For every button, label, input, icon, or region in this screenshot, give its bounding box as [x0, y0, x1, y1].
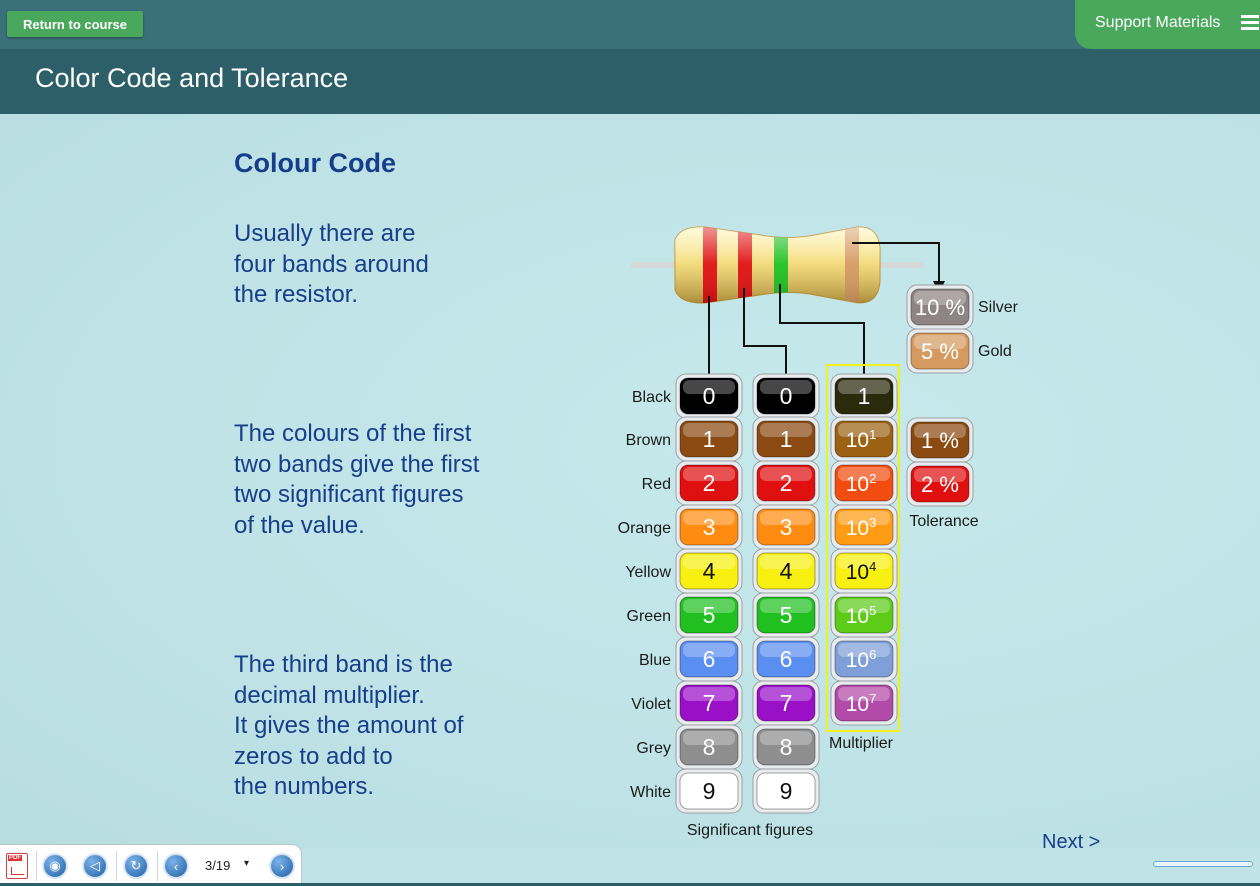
color-name-label: Blue	[639, 652, 671, 669]
color-name-label: Grey	[636, 740, 671, 757]
chip-text: 8	[703, 734, 716, 760]
color-chip: 1 %	[906, 417, 974, 463]
color-name-label: Green	[627, 608, 671, 625]
chip-text: 2 %	[921, 472, 959, 497]
chip-text: 5	[703, 602, 716, 628]
chip-text: 7	[780, 690, 793, 716]
color-chip: 1	[675, 416, 743, 462]
chip-text: 3	[780, 514, 793, 540]
chip-text: 6	[780, 646, 793, 672]
chip-text: 5	[780, 602, 793, 628]
color-chip: 102	[830, 460, 898, 506]
chip-text: 0	[703, 383, 716, 409]
color-chip: 3	[752, 504, 820, 550]
color-chip: 103	[830, 504, 898, 550]
color-chip: 0	[752, 373, 820, 419]
color-chip: 0	[675, 373, 743, 419]
tolerance-label: Tolerance	[909, 513, 978, 530]
tolerance-name-label: Silver	[978, 299, 1019, 316]
chip-text: 1	[780, 426, 793, 452]
chip-text: 5 %	[921, 339, 959, 364]
mute-icon[interactable]: ◁	[82, 853, 108, 879]
color-chip: 8	[675, 724, 743, 770]
chip-text: 2	[780, 470, 793, 496]
color-name-label: Brown	[626, 432, 671, 449]
chip-text: 1	[703, 426, 716, 452]
color-chip: 101	[830, 416, 898, 462]
resistor-icon	[674, 226, 881, 304]
replay-icon[interactable]: ↻	[123, 853, 149, 879]
multiplier-label: Multiplier	[829, 735, 894, 752]
color-chip: 4	[752, 548, 820, 594]
player-toolbar: PDF ◉ ◁ ↻ ‹ 3/19 ▾ ›	[0, 844, 302, 886]
color-chip: 7	[752, 680, 820, 726]
next-page-icon[interactable]: ›	[269, 853, 295, 879]
color-name-label: Orange	[618, 520, 671, 537]
page-indicator: 3/19	[205, 858, 231, 873]
toolbar-divider	[36, 851, 37, 881]
progress-bar	[1153, 861, 1253, 867]
page-select-chevron-down-icon[interactable]: ▾	[244, 858, 249, 869]
color-chip: 5	[675, 592, 743, 638]
chip-text: 0	[780, 383, 793, 409]
color-name-label: Red	[642, 476, 671, 493]
color-chip: 10 %	[906, 284, 974, 330]
chip-text: 4	[703, 558, 716, 584]
resistor-lead-right	[876, 262, 924, 268]
color-chip: 1	[830, 373, 898, 419]
color-name-label: Black	[632, 389, 672, 406]
resistor-lead-left	[630, 262, 680, 268]
chip-text: 9	[780, 778, 793, 804]
chip-text: 3	[703, 514, 716, 540]
tolerance-name-label: Gold	[978, 343, 1012, 360]
chip-text: 7	[703, 690, 716, 716]
color-chip: 2	[752, 460, 820, 506]
color-chip: 6	[752, 636, 820, 682]
chip-text: 4	[780, 558, 793, 584]
color-chip: 9	[752, 768, 820, 814]
color-chip: 5 %	[906, 328, 974, 374]
color-chip: 4	[675, 548, 743, 594]
color-chip: 107	[830, 680, 898, 726]
chip-text: 1	[858, 383, 871, 409]
chip-text: 10 %	[915, 295, 965, 320]
color-chip: 104	[830, 548, 898, 594]
color-chip: 2 %	[906, 461, 974, 507]
color-chip: 6	[675, 636, 743, 682]
pdf-icon[interactable]: PDF	[6, 853, 28, 879]
color-chip: 7	[675, 680, 743, 726]
chip-text: 6	[703, 646, 716, 672]
toolbar-divider	[157, 851, 158, 881]
significant-figures-label: Significant figures	[687, 822, 813, 839]
color-name-label: White	[630, 784, 671, 801]
previous-page-icon[interactable]: ‹	[163, 853, 189, 879]
color-chip: 105	[830, 592, 898, 638]
audio-toggle-icon[interactable]: ◉	[42, 853, 68, 879]
chip-text: 9	[703, 778, 716, 804]
color-name-label: Yellow	[625, 564, 671, 581]
color-chip: 5	[752, 592, 820, 638]
color-name-label: Violet	[631, 696, 671, 713]
color-code-diagram: 0 01 12 23 34 45 56 67 78 89 911011021031041051061…	[618, 226, 1019, 839]
next-button[interactable]: Next >	[1042, 831, 1100, 854]
chip-text: 8	[780, 734, 793, 760]
color-chip: 106	[830, 636, 898, 682]
color-chip: 9	[675, 768, 743, 814]
color-chip: 3	[675, 504, 743, 550]
color-chip: 2	[675, 460, 743, 506]
toolbar-divider	[116, 851, 117, 881]
chip-text: 1 %	[921, 428, 959, 453]
chip-text: 2	[703, 470, 716, 496]
color-chip: 1	[752, 416, 820, 462]
color-chip: 8	[752, 724, 820, 770]
